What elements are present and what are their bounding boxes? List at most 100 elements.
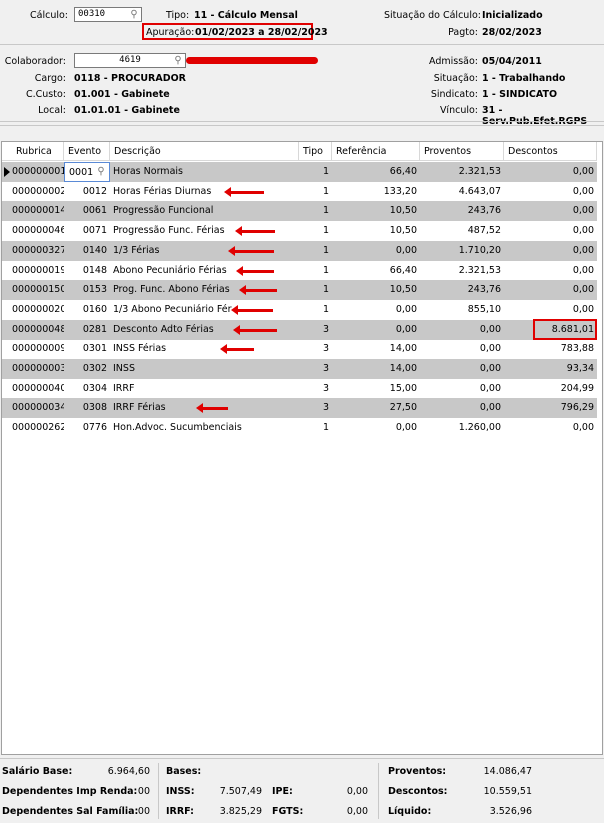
cell-rubrica: 000000003 bbox=[2, 359, 64, 379]
liquido-label: Líquido: bbox=[388, 806, 432, 817]
table-row[interactable]: 000000009 0301 INSS Férias 3 14,00 0,00 783,88 bbox=[2, 339, 597, 359]
vinculo-label: Vínculo: bbox=[439, 105, 478, 116]
descontos-highlight-box bbox=[533, 318, 597, 340]
magnifier-icon[interactable]: ⚲ bbox=[127, 8, 141, 21]
cell-evento: 0160 bbox=[82, 303, 107, 315]
bases-label: Bases: bbox=[166, 766, 202, 777]
cell-tipo: 1 bbox=[299, 201, 332, 222]
col-rubrica[interactable]: Rubrica bbox=[2, 142, 64, 161]
situacao-calculo-label: Situação do Cálculo: bbox=[384, 10, 481, 21]
magnifier-icon[interactable]: ⚲ bbox=[94, 165, 108, 178]
cell-tipo: 3 bbox=[299, 398, 332, 419]
cell-descontos: 0,00 bbox=[504, 280, 597, 301]
descontos-total-value: 10.559,51 bbox=[483, 786, 532, 797]
cell-rubrica: 000000001 bbox=[2, 162, 64, 182]
cell-rubrica: 000000262 bbox=[12, 422, 64, 434]
table-row[interactable]: 000000327 0140 1/3 Férias 1 0,00 1.710,20 0,00 bbox=[2, 240, 597, 261]
calculo-label: Cálculo: bbox=[30, 10, 68, 21]
col-descricao[interactable]: Descrição bbox=[110, 142, 299, 161]
cell-evento: 0061 bbox=[64, 201, 110, 222]
tipo-value: 11 - Cálculo Mensal bbox=[194, 10, 298, 21]
table-row[interactable]: 000000003 0302 INSS 3 14,00 0,00 93,34 bbox=[2, 359, 597, 379]
cell-descricao: INSS bbox=[110, 359, 299, 379]
cell-tipo: 1 bbox=[322, 422, 329, 434]
cell-descricao: Progressão Funcional bbox=[110, 201, 299, 222]
cell-proventos: 243,76 bbox=[420, 280, 504, 301]
cell-tipo: 1 bbox=[299, 240, 332, 261]
sindicato-value: 1 - SINDICATO bbox=[482, 89, 558, 100]
cell-evento: 0281 bbox=[64, 319, 110, 340]
cargo-label: Cargo: bbox=[34, 73, 66, 84]
cell-proventos: 2.321,53 bbox=[458, 264, 501, 276]
salario-base-label: Salário Base: bbox=[2, 766, 73, 777]
col-descontos[interactable]: Descontos bbox=[504, 142, 597, 161]
ccusto-label: C.Custo: bbox=[26, 89, 66, 100]
cell-referencia: 14,00 bbox=[389, 343, 417, 355]
dep-ir-label: Dependentes Imp Renda: bbox=[2, 786, 138, 797]
cell-rubrica: 000000040 bbox=[12, 382, 64, 394]
col-evento[interactable]: Evento bbox=[64, 142, 110, 161]
cell-descontos: 0,00 bbox=[572, 185, 594, 197]
cell-descontos: 796,29 bbox=[504, 398, 597, 419]
cell-descontos: 0,00 bbox=[572, 264, 594, 276]
cell-referencia: 10,50 bbox=[332, 280, 420, 301]
col-proventos[interactable]: Proventos bbox=[420, 142, 504, 161]
colaborador-label: Colaborador: bbox=[4, 56, 66, 67]
vinculo-value: 31 - Serv.Pub.Efet.RGPS bbox=[482, 105, 587, 127]
cell-proventos: 855,10 bbox=[467, 303, 501, 315]
situacao-label: Situação: bbox=[433, 73, 478, 84]
magnifier-icon[interactable]: ⚲ bbox=[171, 54, 185, 67]
cell-descontos: 93,34 bbox=[504, 359, 597, 379]
table-row[interactable]: 000000002 0012 Horas Férias Diurnas 1 133,20… bbox=[2, 182, 597, 202]
cell-proventos: 0,00 bbox=[420, 359, 504, 379]
cell-referencia: 133,20 bbox=[383, 185, 417, 197]
col-referencia[interactable]: Referência bbox=[332, 142, 420, 161]
cell-evento: 0302 bbox=[64, 359, 110, 379]
cell-rubrica: 000000014 bbox=[2, 201, 64, 222]
table-row[interactable]: 000000034 0308 IRRF Férias 3 27,50 0,00 796,29 bbox=[2, 398, 597, 419]
cell-evento: 0304 bbox=[82, 382, 107, 394]
cell-referencia: 10,50 bbox=[389, 225, 417, 237]
proventos-total-value: 14.086,47 bbox=[483, 766, 532, 777]
table-row[interactable]: 000000019 0148 Abono Pecuniário Férias 1 66,… bbox=[2, 261, 597, 281]
row-pointer-icon bbox=[4, 167, 10, 177]
cell-tipo: 3 bbox=[299, 359, 332, 379]
cell-descontos: 0,00 bbox=[572, 225, 594, 237]
cell-referencia: 15,00 bbox=[389, 382, 417, 394]
cell-proventos: 2.321,53 bbox=[420, 162, 504, 182]
cell-descontos: 0,00 bbox=[572, 422, 594, 434]
ipe-label: IPE: bbox=[272, 786, 293, 797]
table-row[interactable]: 000000046 0071 Progressão Func. Férias 1 10,… bbox=[2, 221, 597, 241]
cell-evento: 0148 bbox=[82, 264, 107, 276]
table-row[interactable]: 000000001 0001 Horas Normais 1 66,40 2.321,53… bbox=[2, 162, 597, 182]
cell-descontos: 0,00 bbox=[572, 303, 594, 315]
cell-tipo: 1 bbox=[322, 264, 329, 276]
cell-referencia: 0,00 bbox=[395, 422, 417, 434]
cell-evento: 0301 bbox=[82, 343, 107, 355]
table-row[interactable]: 000000014 0061 Progressão Funcional 1 10,50 2… bbox=[2, 201, 597, 222]
salario-base-value: 6.964,60 bbox=[107, 766, 150, 777]
table-row[interactable]: 000000048 0281 Desconto Adto Férias 3 0,00 0,… bbox=[2, 318, 597, 340]
cell-evento: 0071 bbox=[82, 225, 107, 237]
red-arrow-annotation bbox=[236, 265, 274, 276]
table-row[interactable]: 000000040 0304 IRRF 3 15,00 0,00 204,99 bbox=[2, 379, 597, 399]
table-row[interactable]: 000000262 0776 Hon.Advoc. Sucumbenciais 1 0,… bbox=[2, 418, 597, 438]
table-row[interactable]: 000000150 0153 Prog. Func. Abono Férias 1 10… bbox=[2, 280, 597, 301]
cell-referencia: 0,00 bbox=[332, 240, 420, 261]
cell-referencia: 0,00 bbox=[395, 303, 417, 315]
table-row[interactable]: 000000020 0160 1/3 Abono Pecuniário Fér 1 0,… bbox=[2, 300, 597, 320]
local-value: 01.01.01 - Gabinete bbox=[74, 105, 180, 116]
cell-rubrica: 000000327 bbox=[2, 240, 64, 261]
cell-rubrica: 000000020 bbox=[12, 303, 64, 315]
cell-descricao: Horas Normais bbox=[110, 162, 299, 182]
events-grid[interactable]: Rubrica Evento Descrição Tipo Referência… bbox=[1, 141, 603, 755]
cell-tipo: 1 bbox=[299, 162, 332, 182]
colaborador-input[interactable]: 4619 bbox=[74, 53, 186, 68]
cell-tipo: 3 bbox=[322, 343, 329, 355]
apuracao-value: 01/02/2023 a 28/02/2023 bbox=[195, 27, 328, 38]
red-arrow-annotation bbox=[228, 245, 274, 256]
col-tipo[interactable]: Tipo bbox=[299, 142, 332, 161]
cell-proventos: 0,00 bbox=[479, 343, 501, 355]
cell-descricao: INSS Férias bbox=[113, 343, 167, 355]
admissao-label: Admissão: bbox=[429, 56, 478, 67]
